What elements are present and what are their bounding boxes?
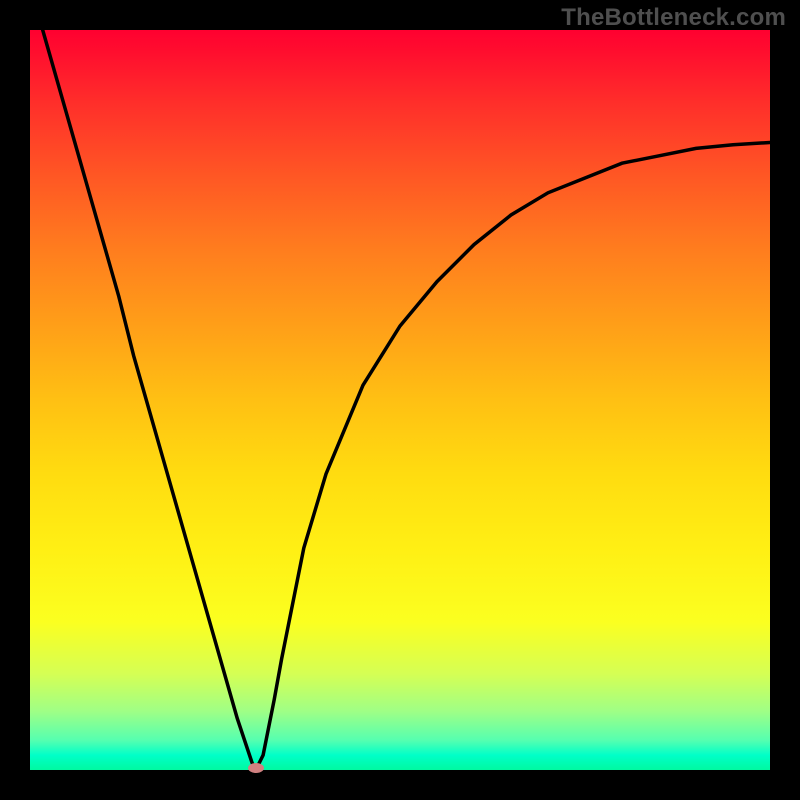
watermark-text: TheBottleneck.com (561, 4, 786, 32)
curve-svg (30, 30, 770, 770)
chart-frame: TheBottleneck.com (0, 0, 800, 800)
bottleneck-curve (30, 30, 770, 770)
plot-gradient-area (30, 30, 770, 770)
minimum-marker (248, 763, 264, 773)
